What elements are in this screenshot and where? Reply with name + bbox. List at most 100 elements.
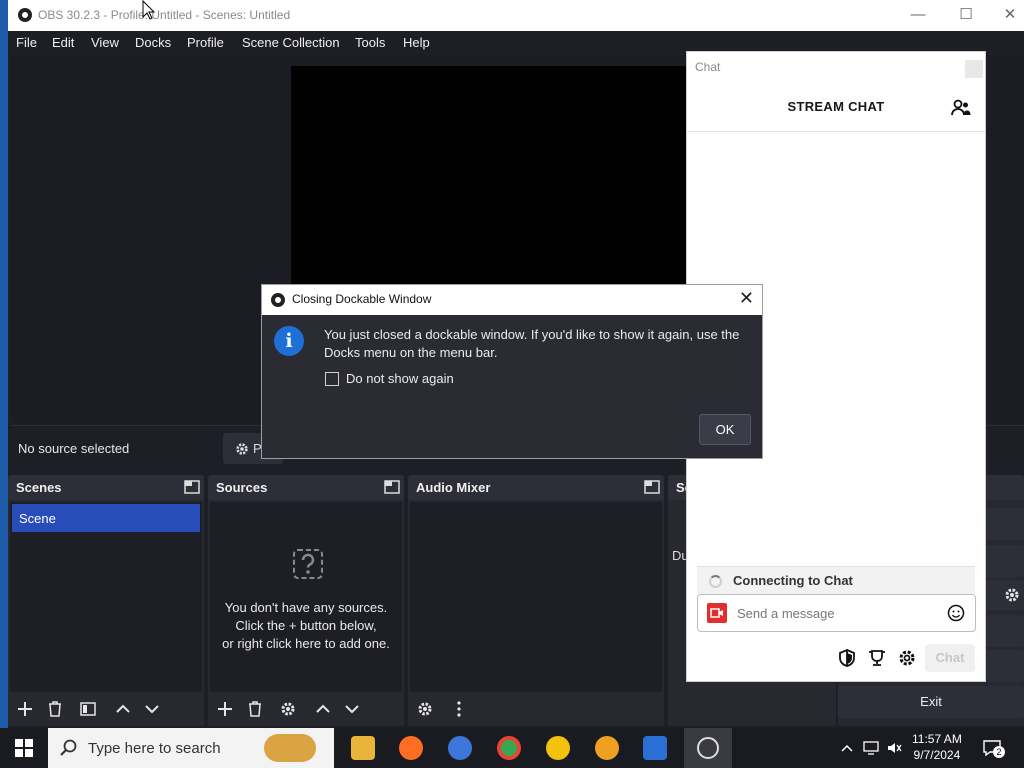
- search-icon: [60, 739, 77, 756]
- connecting-text: Connecting to Chat: [733, 573, 853, 588]
- close-button[interactable]: ✕: [988, 0, 1024, 31]
- message-placeholder: Send a message: [737, 606, 835, 621]
- remove-source-button[interactable]: [242, 696, 268, 722]
- menu-profile[interactable]: Profile: [187, 35, 224, 50]
- chevron-up-icon[interactable]: [840, 741, 854, 755]
- question-mark-icon: [293, 549, 323, 579]
- clock[interactable]: 11:57 AM 9/7/2024: [912, 731, 962, 763]
- sources-dock: Sources You don't have any sources. Clic…: [208, 475, 404, 726]
- chat-window-title: Chat: [695, 60, 721, 74]
- title-bar: OBS 30.2.3 - Profile: Untitled - Scenes:…: [8, 0, 1024, 31]
- filter-icon: [80, 702, 96, 716]
- network-icon[interactable]: [863, 741, 879, 755]
- do-not-show-label[interactable]: Do not show again: [346, 371, 454, 386]
- chromium-icon[interactable]: [448, 736, 472, 760]
- do-not-show-checkbox[interactable]: [325, 372, 339, 386]
- chevron-down-icon: [145, 705, 159, 714]
- empty-sources-line2: Click the + button below,: [235, 618, 377, 633]
- chat-header: STREAM CHAT: [687, 84, 985, 132]
- move-scene-down-button[interactable]: [139, 696, 165, 722]
- control-button[interactable]: [984, 580, 1024, 610]
- control-button[interactable]: [984, 508, 1024, 540]
- chat-message-input[interactable]: Send a message: [697, 594, 976, 632]
- obs-logo-icon: [697, 737, 719, 759]
- file-explorer-icon[interactable]: [351, 736, 375, 760]
- menu-file[interactable]: File: [16, 35, 37, 50]
- ok-button[interactable]: OK: [699, 414, 751, 445]
- taskbar: Type here to search 11:57 AM 9/7/2024 2: [0, 728, 1024, 768]
- add-scene-button[interactable]: [12, 696, 38, 722]
- control-button[interactable]: [984, 545, 1024, 577]
- volume-icon[interactable]: [887, 741, 903, 755]
- preview-canvas[interactable]: [291, 66, 691, 286]
- scene-item[interactable]: Scene: [12, 504, 200, 532]
- chrome-icon[interactable]: [497, 736, 521, 760]
- move-source-up-button[interactable]: [310, 696, 336, 722]
- minimize-button[interactable]: —: [896, 0, 940, 31]
- control-button[interactable]: [984, 615, 1024, 647]
- dialog-title-bar: Closing Dockable Window ✕: [262, 285, 762, 315]
- audio-menu-button[interactable]: [446, 696, 472, 722]
- dialog-close-button[interactable]: ✕: [739, 288, 754, 309]
- dialog-title: Closing Dockable Window: [292, 292, 432, 306]
- chevron-down-icon: [345, 705, 359, 714]
- add-source-button[interactable]: [212, 696, 238, 722]
- audio-mixer-body: [410, 502, 662, 692]
- chat-close-button[interactable]: [965, 60, 983, 78]
- undock-icon[interactable]: [184, 480, 200, 494]
- sources-list[interactable]: You don't have any sources. Click the + …: [210, 502, 402, 692]
- scenes-list[interactable]: Scene: [10, 502, 202, 692]
- shield-icon[interactable]: [837, 648, 857, 668]
- audio-mixer-title: Audio Mixer: [416, 480, 491, 495]
- menu-docks[interactable]: Docks: [135, 35, 171, 50]
- users-icon[interactable]: [951, 98, 971, 118]
- firefox-icon[interactable]: [399, 736, 423, 760]
- undock-icon[interactable]: [644, 480, 660, 494]
- menu-tools[interactable]: Tools: [355, 35, 385, 50]
- canary-icon[interactable]: [546, 736, 570, 760]
- sources-title: Sources: [216, 480, 268, 495]
- menu-edit[interactable]: Edit: [52, 35, 74, 50]
- settings-gear-icon[interactable]: [897, 648, 917, 668]
- scenes-dock: Scenes Scene: [8, 475, 204, 726]
- closing-dock-dialog: Closing Dockable Window ✕ i You just clo…: [261, 284, 763, 459]
- clock-date: 9/7/2024: [913, 748, 961, 762]
- menu-view[interactable]: View: [91, 35, 119, 50]
- sources-toolbar: [208, 692, 404, 726]
- advanced-audio-button[interactable]: [412, 696, 438, 722]
- scenes-toolbar: [8, 692, 204, 726]
- virtualbox-icon[interactable]: [643, 736, 667, 760]
- exit-button[interactable]: Exit: [838, 686, 1024, 718]
- undock-icon[interactable]: [384, 480, 400, 494]
- obs-taskbar-icon[interactable]: [684, 728, 732, 768]
- gear-icon: [236, 443, 248, 455]
- move-source-down-button[interactable]: [339, 696, 365, 722]
- kebab-menu-icon: [457, 701, 461, 717]
- notification-button[interactable]: 2: [982, 738, 1005, 758]
- audio-mixer-toolbar: [408, 692, 664, 726]
- audio-mixer-dock-header: Audio Mixer: [408, 475, 664, 500]
- start-button[interactable]: [0, 728, 48, 768]
- chat-send-button[interactable]: Chat: [925, 644, 975, 672]
- desktop-strip: [0, 0, 8, 728]
- stream-chat-title: STREAM CHAT: [787, 99, 885, 114]
- info-icon: i: [274, 326, 304, 356]
- maximize-button[interactable]: ☐: [944, 0, 988, 31]
- camera-icon[interactable]: [707, 603, 727, 623]
- taskbar-search-box[interactable]: Type here to search: [48, 728, 334, 768]
- menu-scene-collection[interactable]: Scene Collection: [242, 35, 340, 50]
- window-title: OBS 30.2.3 - Profile: Untitled - Scenes:…: [38, 8, 291, 22]
- windows-logo-icon: [15, 739, 33, 757]
- scenes-title: Scenes: [16, 480, 62, 495]
- move-scene-up-button[interactable]: [110, 696, 136, 722]
- control-button[interactable]: [984, 650, 1024, 682]
- trophy-icon[interactable]: [867, 648, 887, 668]
- remove-scene-button[interactable]: [42, 696, 68, 722]
- scene-filters-button[interactable]: [75, 696, 101, 722]
- source-properties-button[interactable]: [275, 696, 301, 722]
- menu-help[interactable]: Help: [403, 35, 430, 50]
- emoji-icon[interactable]: [947, 604, 965, 622]
- chevron-up-icon: [116, 704, 130, 713]
- gear-icon: [418, 702, 432, 716]
- brave-icon[interactable]: [595, 736, 619, 760]
